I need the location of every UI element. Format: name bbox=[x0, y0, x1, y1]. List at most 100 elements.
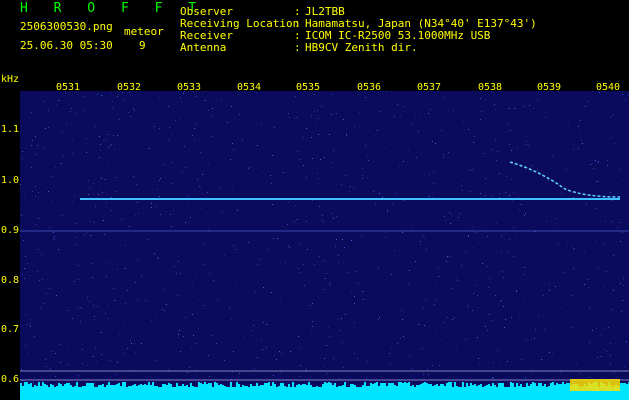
noise-spike bbox=[382, 383, 384, 389]
noise-dot bbox=[27, 324, 28, 325]
noise-dot bbox=[408, 284, 409, 285]
noise-dot bbox=[317, 110, 318, 111]
noise-dot bbox=[353, 249, 354, 250]
noise-dot bbox=[497, 350, 498, 351]
noise-spike bbox=[282, 383, 284, 389]
noise-dot bbox=[492, 377, 493, 378]
noise-dot bbox=[329, 284, 330, 285]
noise-dot bbox=[474, 136, 475, 137]
noise-dot bbox=[481, 111, 482, 112]
noise-dot bbox=[176, 272, 177, 273]
noise-dot bbox=[112, 107, 113, 108]
noise-spike bbox=[504, 387, 506, 389]
noise-dot bbox=[432, 141, 433, 142]
noise-dot bbox=[190, 217, 191, 218]
noise-dot bbox=[473, 247, 474, 248]
noise-dot bbox=[354, 322, 355, 323]
noise-dot bbox=[318, 326, 319, 327]
noise-dot bbox=[161, 126, 162, 127]
noise-dot bbox=[208, 355, 209, 356]
noise-dot bbox=[315, 122, 316, 123]
noise-dot bbox=[510, 130, 511, 131]
noise-spike bbox=[148, 382, 150, 389]
noise-dot bbox=[248, 168, 249, 169]
noise-dot bbox=[274, 355, 275, 356]
noise-dot bbox=[422, 348, 423, 349]
noise-dot bbox=[485, 326, 486, 327]
noise-dot bbox=[468, 129, 469, 130]
noise-dot bbox=[45, 128, 46, 129]
noise-dot bbox=[324, 260, 325, 261]
noise-spike bbox=[60, 384, 62, 389]
noise-dot bbox=[443, 99, 444, 100]
noise-dot bbox=[52, 351, 53, 352]
noise-dot bbox=[326, 273, 327, 274]
noise-dot bbox=[525, 213, 526, 214]
noise-dot bbox=[456, 349, 457, 350]
noise-dot bbox=[584, 284, 585, 285]
noise-dot bbox=[80, 307, 81, 308]
noise-dot bbox=[561, 193, 562, 194]
noise-dot bbox=[597, 162, 598, 163]
noise-dot bbox=[231, 319, 232, 320]
noise-spike bbox=[478, 385, 480, 389]
noise-dot bbox=[82, 349, 83, 350]
noise-dot bbox=[107, 163, 108, 164]
noise-spike bbox=[454, 382, 456, 389]
noise-dot bbox=[90, 235, 91, 236]
noise-spike bbox=[476, 386, 478, 389]
noise-dot bbox=[354, 296, 355, 297]
noise-dot bbox=[78, 279, 79, 280]
noise-spike bbox=[122, 382, 124, 389]
noise-dot bbox=[221, 99, 222, 100]
noise-spike bbox=[450, 382, 452, 389]
noise-dot bbox=[596, 181, 597, 182]
noise-dot bbox=[159, 97, 160, 98]
noise-dot bbox=[411, 123, 412, 124]
noise-dot bbox=[491, 320, 492, 321]
noise-dot bbox=[174, 266, 175, 267]
noise-dot bbox=[294, 221, 295, 222]
noise-dot bbox=[239, 373, 240, 374]
noise-dot bbox=[351, 291, 352, 292]
noise-dot bbox=[306, 369, 307, 370]
noise-dot bbox=[257, 264, 258, 265]
noise-spike bbox=[188, 387, 190, 389]
noise-dot bbox=[584, 251, 585, 252]
noise-spike bbox=[558, 384, 560, 389]
noise-dot bbox=[473, 293, 474, 294]
noise-dot bbox=[423, 307, 424, 308]
noise-dot bbox=[523, 274, 524, 275]
noise-dot bbox=[467, 307, 468, 308]
noise-dot bbox=[122, 172, 123, 173]
noise-spike bbox=[422, 383, 424, 389]
noise-dot bbox=[621, 311, 622, 312]
noise-dot bbox=[97, 306, 98, 307]
noise-spike bbox=[74, 386, 76, 389]
noise-dot bbox=[541, 356, 542, 357]
noise-dot bbox=[128, 112, 129, 113]
noise-spike bbox=[164, 384, 166, 389]
noise-spike bbox=[238, 384, 240, 389]
noise-dot bbox=[168, 140, 169, 141]
noise-spike bbox=[542, 386, 544, 389]
noise-dot bbox=[513, 256, 514, 257]
noise-spike bbox=[250, 384, 252, 389]
noise-dot bbox=[366, 378, 367, 379]
noise-dot bbox=[549, 284, 550, 285]
noise-spike bbox=[518, 386, 520, 389]
noise-spike bbox=[222, 385, 224, 389]
noise-dot bbox=[158, 258, 159, 259]
noise-dot bbox=[76, 223, 77, 224]
noise-dot bbox=[111, 144, 112, 145]
noise-dot bbox=[54, 239, 55, 240]
noise-dot bbox=[485, 178, 486, 179]
noise-dot bbox=[346, 134, 347, 135]
noise-dot bbox=[171, 226, 172, 227]
noise-dot bbox=[273, 306, 274, 307]
noise-dot bbox=[519, 209, 520, 210]
noise-dot bbox=[294, 383, 295, 384]
noise-dot bbox=[485, 210, 486, 211]
noise-spike bbox=[288, 384, 290, 389]
noise-dot bbox=[52, 200, 53, 201]
